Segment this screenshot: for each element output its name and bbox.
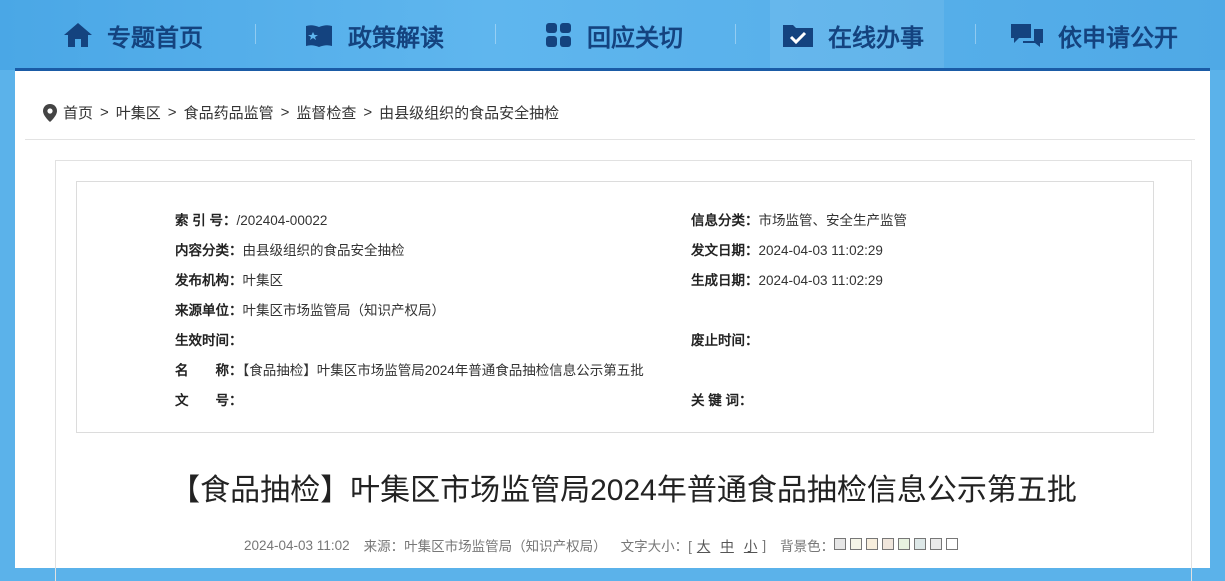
background-color-label: 背景色： <box>780 539 835 554</box>
grid-icon <box>546 23 571 47</box>
meta-doc-number: 文 号： <box>175 393 243 408</box>
meta-publish-date: 发文日期：2024-04-03 11:02:29 <box>691 243 883 258</box>
nav-item-policy[interactable]: 政策解读 <box>304 0 444 70</box>
background-color-swatch[interactable] <box>914 537 927 550</box>
nav-divider <box>735 24 736 44</box>
breadcrumb-divider <box>25 139 1195 140</box>
meta-effective-time: 生效时间： <box>175 333 243 348</box>
nav-label-response: 回应关切 <box>587 24 683 52</box>
background-color-swatch[interactable] <box>882 537 895 550</box>
metadata-table: 索 引 号：/202404-00022 信息分类：市场监管、安全生产监管 内容分… <box>76 181 1154 433</box>
breadcrumb-separator: > <box>280 104 290 121</box>
nav-item-response[interactable]: 回应关切 <box>545 0 683 70</box>
background-color-swatch[interactable] <box>866 537 879 550</box>
meta-keywords: 关 键 词： <box>691 393 753 408</box>
background-color-swatch[interactable] <box>930 537 943 550</box>
background-color-swatch[interactable] <box>898 537 911 550</box>
breadcrumb-separator: > <box>363 104 373 121</box>
nav-item-home[interactable]: 专题首页 <box>63 0 203 70</box>
nav-divider <box>255 24 256 44</box>
meta-content-category: 内容分类：由县级组织的食品安全抽检 <box>175 243 405 258</box>
nav-divider <box>495 24 496 44</box>
breadcrumb-yeji[interactable]: 叶集区 <box>116 102 161 123</box>
breadcrumb-inspection[interactable]: 监督检查 <box>296 102 356 123</box>
main-panel: 首页 > 叶集区 > 食品药品监管 > 监督检查 > 由县级组织的食品安全抽检 … <box>15 68 1210 581</box>
nav-divider <box>975 24 976 44</box>
folder-check-icon <box>783 25 813 47</box>
breadcrumb-separator: > <box>167 104 177 121</box>
book-icon <box>306 25 332 47</box>
breadcrumb-food-drug[interactable]: 食品药品监管 <box>184 102 274 123</box>
background-color-swatch[interactable] <box>850 537 863 550</box>
font-size-close: ] <box>762 537 767 553</box>
font-size-large-button[interactable]: 大 <box>697 535 711 555</box>
meta-expire-time: 废止时间： <box>691 333 759 348</box>
meta-name: 名 称：【食品抽检】叶集区市场监管局2024年普通食品抽检信息公示第五批 <box>175 363 644 378</box>
article-source: 来源：叶集区市场监管局（知识产权局） <box>363 539 607 554</box>
nav-label-home: 专题首页 <box>107 24 203 52</box>
nav-item-apply-disclosure[interactable]: 依申请公开 <box>1010 0 1178 70</box>
background-color-swatch[interactable] <box>834 537 847 550</box>
breadcrumb-separator: > <box>100 104 109 121</box>
article-title: 【食品抽检】叶集区市场监管局2024年普通食品抽检信息公示第五批 <box>170 474 1077 507</box>
meta-publisher: 发布机构：叶集区 <box>175 273 283 288</box>
font-size-label: 文字大小：[ <box>620 539 692 554</box>
background-color-swatches <box>834 537 962 553</box>
breadcrumb: 首页 > 叶集区 > 食品药品监管 > 监督检查 > 由县级组织的食品安全抽检 <box>43 102 559 123</box>
meta-index: 索 引 号：/202404-00022 <box>175 213 328 228</box>
meta-info-category: 信息分类：市场监管、安全生产监管 <box>691 213 907 228</box>
article-datetime: 2024-04-03 11:02 <box>244 537 350 553</box>
nav-label-policy: 政策解读 <box>348 24 444 52</box>
background-color-swatch[interactable] <box>946 537 959 550</box>
meta-generated-date: 生成日期：2024-04-03 11:02:29 <box>691 273 883 288</box>
nav-label-online-services: 在线办事 <box>828 24 924 52</box>
nav-label-apply-disclosure: 依申请公开 <box>1058 24 1178 52</box>
font-size-small-button[interactable]: 小 <box>744 535 758 555</box>
home-icon <box>64 23 92 47</box>
article-container: 索 引 号：/202404-00022 信息分类：市场监管、安全生产监管 内容分… <box>55 160 1192 581</box>
top-nav: 专题首页 政策解读 回应关切 在线办事 依申请公开 <box>0 0 1225 70</box>
breadcrumb-home[interactable]: 首页 <box>63 102 93 123</box>
article-info-bar: 2024-04-03 11:02 来源：叶集区市场监管局（知识产权局） 文字大小… <box>244 535 962 555</box>
breadcrumb-current[interactable]: 由县级组织的食品安全抽检 <box>379 102 559 123</box>
nav-item-online-services[interactable]: 在线办事 <box>770 0 944 70</box>
meta-source: 来源单位：叶集区市场监管局（知识产权局） <box>175 303 445 318</box>
font-size-medium-button[interactable]: 中 <box>720 535 734 555</box>
location-pin-icon <box>43 103 57 122</box>
chat-bubbles-icon <box>1011 24 1043 47</box>
